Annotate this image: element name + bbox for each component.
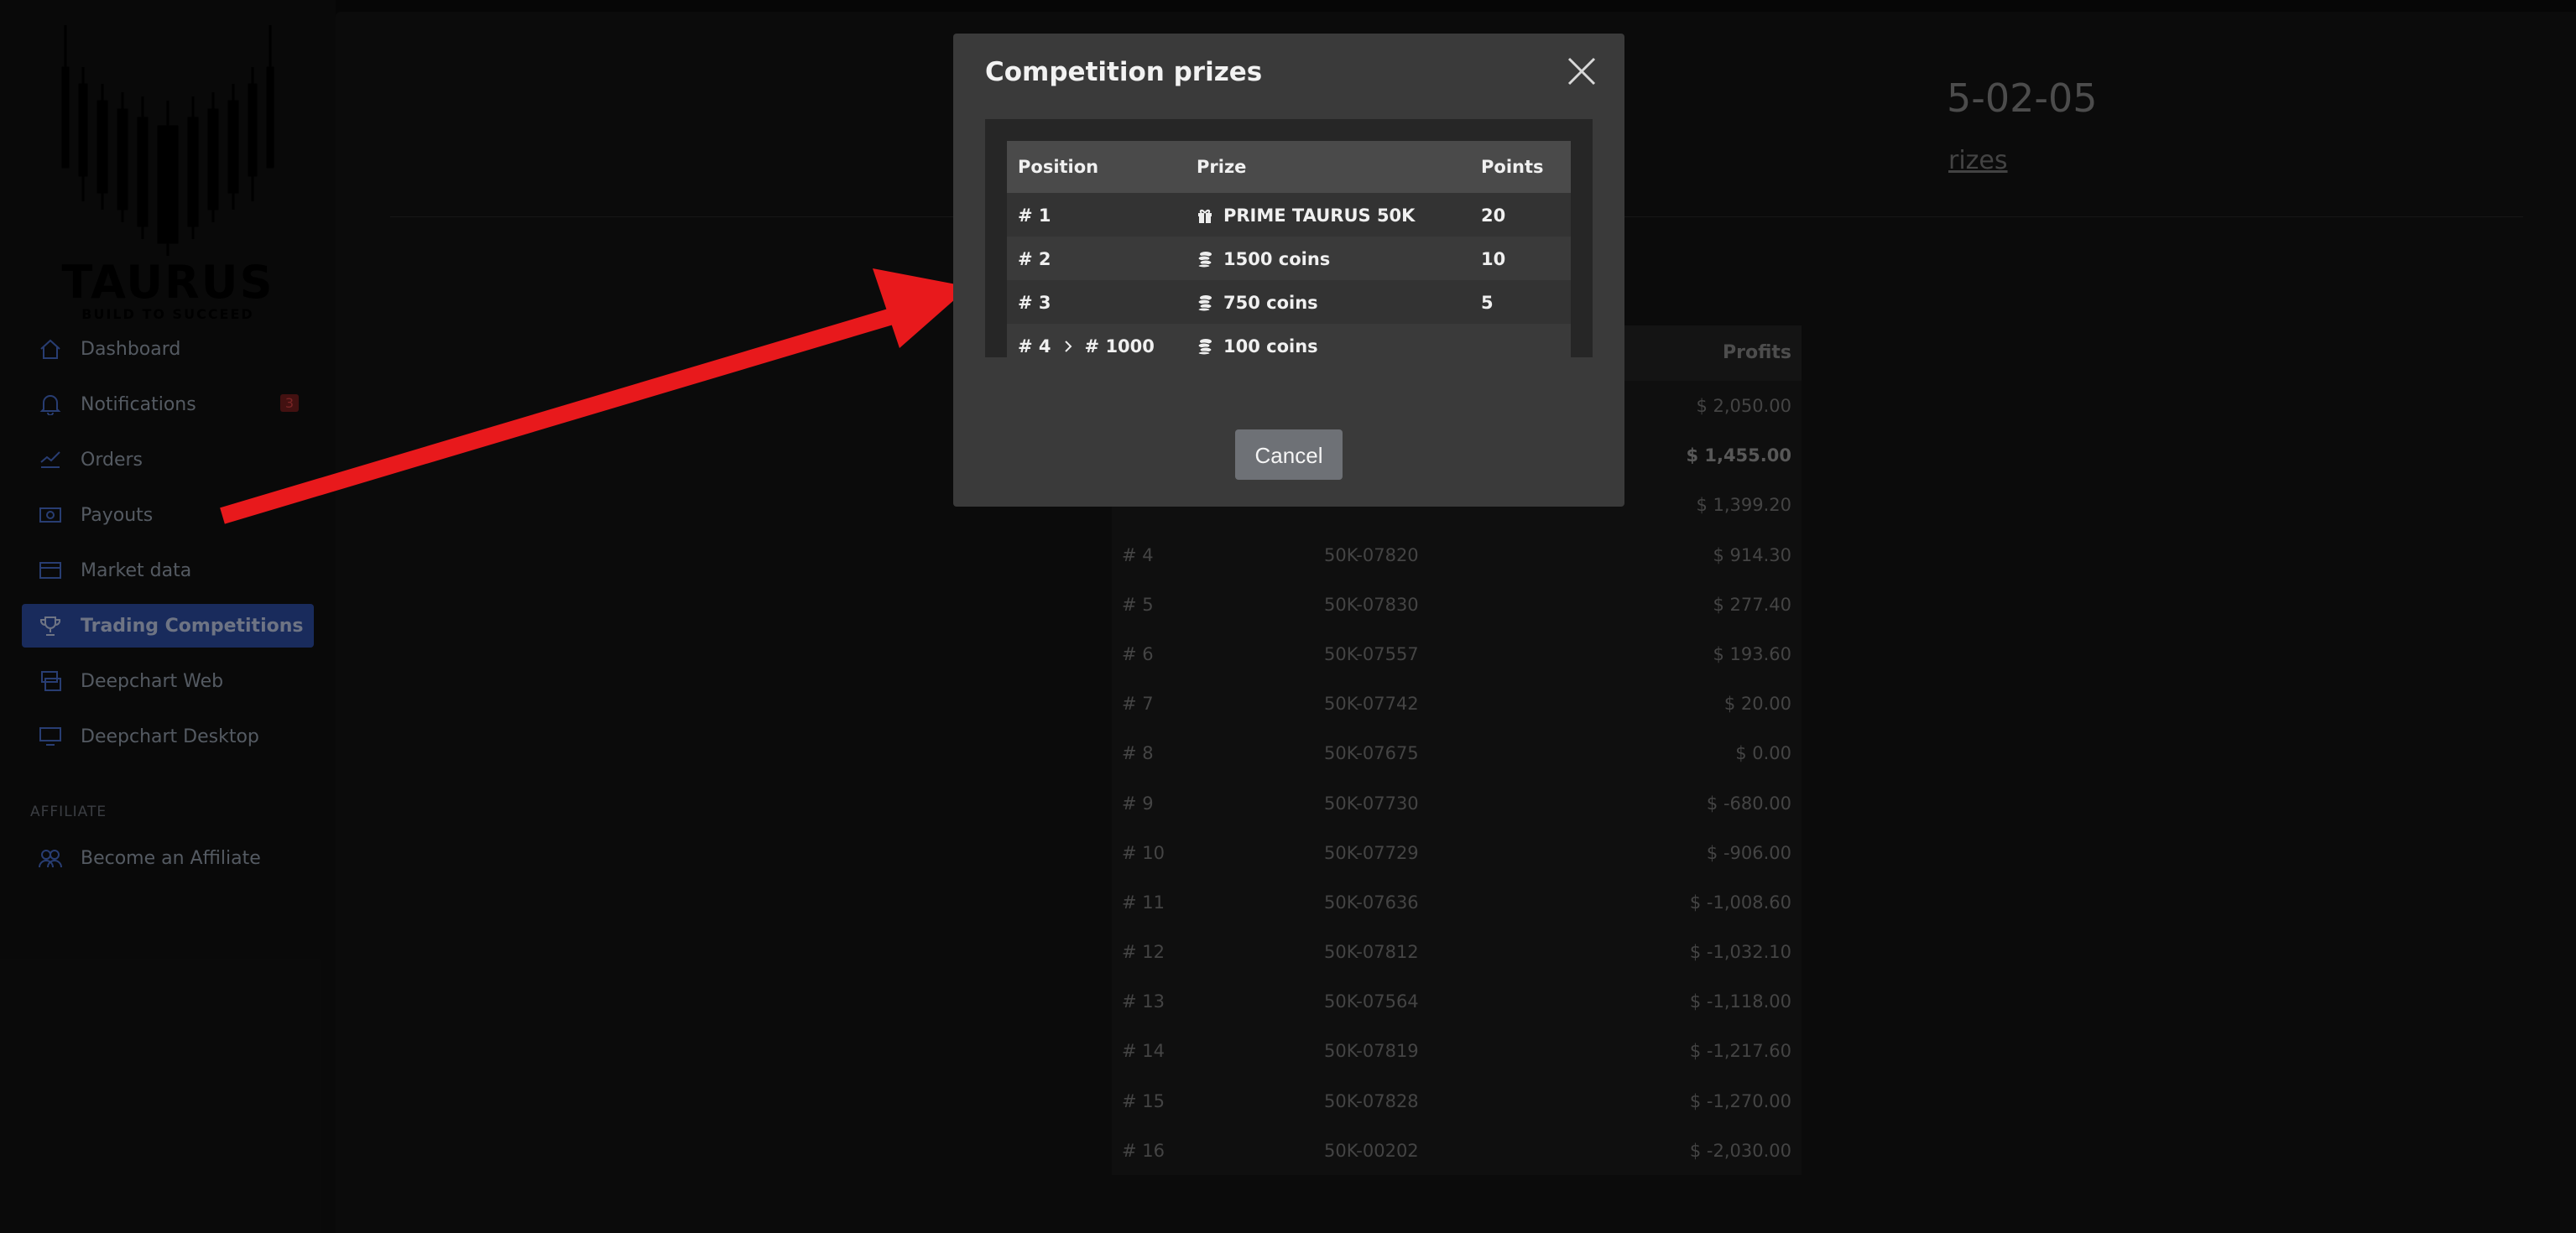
position-from: # 4 xyxy=(1018,336,1051,356)
prize-row-2: # 2 1500 coins 10 xyxy=(1007,237,1571,280)
prize-cell: 1500 coins xyxy=(1197,249,1330,269)
prize-cell: 750 coins xyxy=(1197,293,1318,313)
prize-name: 750 coins xyxy=(1223,293,1318,313)
position-column-header: Position xyxy=(1018,157,1099,177)
prize-position: # 2 xyxy=(1018,249,1051,269)
prize-cell: 100 coins xyxy=(1197,336,1318,356)
prize-points: 10 xyxy=(1481,249,1506,269)
prize-points: 20 xyxy=(1481,206,1506,226)
prize-name: PRIME TAURUS 50K xyxy=(1223,206,1416,226)
cancel-button[interactable]: Cancel xyxy=(1235,429,1343,480)
gift-icon xyxy=(1198,209,1212,223)
prize-cell: PRIME TAURUS 50K xyxy=(1197,206,1415,226)
prize-row-4: # 4 # 1000 100 coins xyxy=(1007,324,1571,367)
prize-position-range: # 4 # 1000 xyxy=(1018,336,1155,356)
prizes-table: Position Prize Points # 1 PRIME TAURUS 5… xyxy=(1007,141,1571,367)
coins-icon xyxy=(1197,339,1212,355)
coins-icon xyxy=(1197,295,1212,311)
prize-row-3: # 3 750 coins 5 xyxy=(1007,280,1571,324)
close-icon[interactable] xyxy=(1564,54,1599,89)
prize-name: 1500 coins xyxy=(1223,249,1331,269)
prize-position: # 1 xyxy=(1018,206,1051,226)
chevron-right-icon xyxy=(1064,341,1072,352)
prize-name: 100 coins xyxy=(1223,336,1318,356)
prize-row-1: # 1 PRIME TAURUS 50K 20 xyxy=(1007,193,1571,237)
prizes-panel: Position Prize Points # 1 PRIME TAURUS 5… xyxy=(985,119,1593,367)
prize-points: 5 xyxy=(1481,293,1494,313)
modal-title: Competition prizes xyxy=(985,57,1263,87)
coins-icon xyxy=(1197,252,1212,268)
prizes-table-header: Position Prize Points xyxy=(1007,141,1571,193)
prize-position: # 3 xyxy=(1018,293,1051,313)
position-to: # 1000 xyxy=(1084,336,1155,356)
competition-prizes-modal: Competition prizes Position Prize Points… xyxy=(953,34,1624,507)
prize-column-header: Prize xyxy=(1197,157,1247,177)
points-column-header: Points xyxy=(1481,157,1544,177)
